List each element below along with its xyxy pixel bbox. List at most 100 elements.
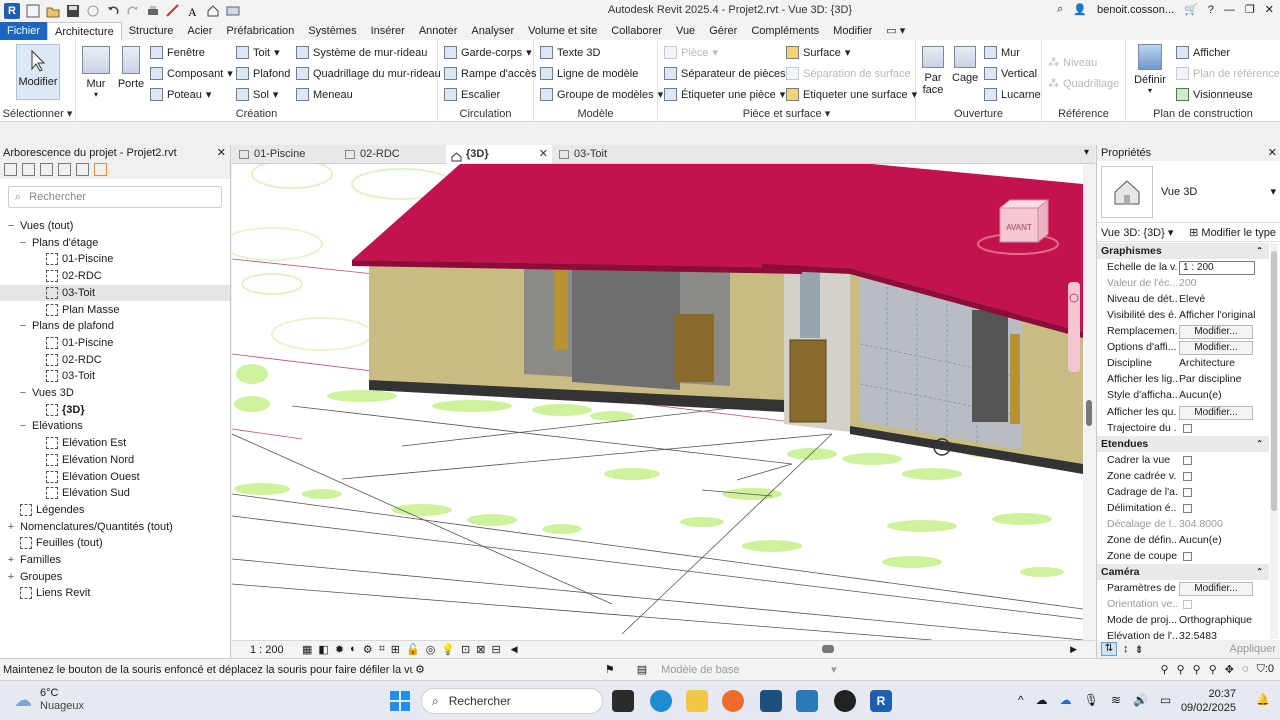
tab-annoter[interactable]: Annoter	[412, 22, 465, 40]
project-browser-search[interactable]: ⌕ Rechercher	[8, 186, 222, 208]
filter-icon[interactable]: ⛉:0	[1257, 663, 1274, 676]
tree-item[interactable]: − Vues 3D	[0, 385, 230, 401]
tag-area-button[interactable]: Etiqueter une surface ▾	[786, 88, 917, 101]
family-icon[interactable]	[76, 163, 89, 176]
edit-type-button[interactable]: ⊞ Modifier le type	[1189, 226, 1276, 239]
scroll-right-icon[interactable]: ▶	[1070, 644, 1077, 655]
show-work-plane-button[interactable]: Afficher	[1176, 46, 1230, 59]
tab-fichier[interactable]: Fichier	[0, 22, 48, 40]
tab-vue[interactable]: Vue	[669, 22, 702, 40]
checkbox[interactable]	[1183, 487, 1192, 497]
modify-button[interactable]: Modifier	[16, 44, 60, 100]
tree-item[interactable]: Plan Masse	[0, 302, 230, 318]
roof-button[interactable]: Toit ▾	[236, 46, 280, 59]
file-explorer-icon[interactable]	[686, 690, 708, 712]
railing-button[interactable]: Garde-corps ▾	[444, 46, 532, 59]
collapse-icon[interactable]: −	[18, 418, 28, 434]
edit-button[interactable]: Modifier...	[1179, 405, 1253, 420]
3d-app-icon[interactable]	[796, 690, 818, 712]
tab-collaborer[interactable]: Collaborer	[604, 22, 669, 40]
close-tab-icon[interactable]: ✕	[539, 145, 548, 164]
view-vertical-scrollbar[interactable]	[1083, 164, 1095, 640]
temp-hide-icon[interactable]: ◎	[426, 643, 436, 656]
tree-item[interactable]: {3D}	[0, 402, 230, 418]
property-value[interactable]: Elevé	[1179, 293, 1205, 305]
microphone-icon[interactable]: 🎙	[1084, 693, 1099, 707]
tree-item[interactable]: Elévation Sud	[0, 485, 230, 501]
property-value[interactable]: Aucun(e)	[1179, 534, 1222, 546]
collapse-icon[interactable]: −	[18, 235, 28, 251]
model-line-button[interactable]: Ligne de modèle	[540, 67, 638, 80]
notifications-icon[interactable]: 🔔	[1256, 693, 1270, 706]
area-button[interactable]: Surface ▾	[786, 46, 850, 59]
scroll-thumb[interactable]	[1086, 400, 1092, 426]
component-button[interactable]: Composant ▾	[150, 67, 233, 80]
tree-item[interactable]: Elévation Est	[0, 435, 230, 451]
tree-item[interactable]: 01-Piscine	[0, 335, 230, 351]
home-icon[interactable]	[26, 4, 40, 18]
view-scale-input[interactable]: 1 : 200	[1179, 261, 1255, 276]
property-value[interactable]: Par discipline	[1179, 373, 1241, 385]
window-button[interactable]: Fenêtre	[150, 46, 205, 59]
curtain-grid-button[interactable]: Quadrillage du mur-rideau	[296, 67, 441, 80]
tab-modifier[interactable]: Modifier	[826, 22, 879, 40]
tree-item[interactable]: 03-Toit	[0, 368, 230, 384]
checkbox[interactable]	[1183, 471, 1192, 481]
select-links-icon[interactable]: ⚲	[1161, 663, 1169, 676]
tree-item[interactable]: Feuilles (tout)	[0, 535, 230, 551]
schedule-icon[interactable]	[40, 163, 53, 176]
view-icon[interactable]	[22, 163, 35, 176]
tree-item[interactable]: + Nomenclatures/Quantités (tout)	[0, 519, 230, 535]
print-icon[interactable]	[146, 4, 160, 18]
measure-icon[interactable]	[166, 4, 180, 18]
property-value[interactable]: Orthographique	[1179, 614, 1252, 626]
tab-analyser[interactable]: Analyser	[464, 22, 521, 40]
checkbox[interactable]	[1183, 600, 1192, 610]
dormer-button[interactable]: Lucarne	[984, 88, 1041, 101]
tab-volume-site[interactable]: Volume et site	[521, 22, 604, 40]
properties-scrollbar[interactable]	[1270, 243, 1278, 639]
text-icon[interactable]: A	[186, 4, 200, 19]
horizontal-scroll-thumb[interactable]	[822, 645, 834, 653]
crop-view-icon[interactable]: ⌗	[379, 643, 385, 656]
tab-menu-icon[interactable]: ▾	[1084, 147, 1089, 158]
property-section[interactable]: Graphismes ⌃	[1097, 243, 1269, 259]
contextual-tab-toggle[interactable]: ▭ ▾	[879, 22, 912, 40]
cart-icon[interactable]: 🛒	[1184, 3, 1198, 16]
model-text-button[interactable]: Texte 3D	[540, 46, 600, 59]
taskbar-clock[interactable]: 20:37 09/02/2025	[1181, 687, 1236, 715]
chevron-up-icon[interactable]: ^	[1018, 693, 1024, 707]
help-icon[interactable]: ?	[1208, 4, 1214, 16]
collapse-section-icon[interactable]: ⌃	[1256, 436, 1263, 452]
select-underlay-icon[interactable]: ⚲	[1177, 663, 1185, 676]
expand-icon[interactable]: +	[6, 552, 16, 568]
room-separator-button[interactable]: Séparateur de pièces	[664, 67, 786, 80]
tab-03-toit[interactable]: 03-Toit	[554, 145, 658, 164]
tree-item[interactable]: − Elévations	[0, 418, 230, 434]
revit-logo-icon[interactable]: R	[4, 3, 20, 19]
redo-icon[interactable]	[126, 4, 140, 18]
firefox-icon[interactable]	[722, 690, 744, 712]
tree-item[interactable]: 02-RDC	[0, 268, 230, 284]
panel-select-label[interactable]: Sélectionner ▾	[0, 107, 75, 120]
render-icon[interactable]: ⚙	[363, 643, 373, 656]
by-face-button[interactable]: Par face	[920, 46, 946, 96]
task-view-icon[interactable]	[612, 690, 634, 712]
tree-item[interactable]: − Vues (tout)	[0, 218, 230, 234]
edit-button[interactable]: Modifier...	[1179, 341, 1253, 356]
onedrive-icon[interactable]: ☁	[1060, 693, 1072, 707]
restore-icon[interactable]: ❐	[1245, 3, 1255, 16]
wall-opening-button[interactable]: Mur	[984, 46, 1020, 59]
collapse-section-icon[interactable]: ⌃	[1256, 243, 1263, 259]
design-options-icon[interactable]: ▤	[637, 663, 647, 676]
tab-acier[interactable]: Acier	[180, 22, 219, 40]
door-button[interactable]: Porte	[116, 46, 146, 90]
curtain-system-button[interactable]: Système de mur-rideau	[296, 46, 427, 59]
checkbox[interactable]	[1183, 423, 1192, 433]
area-boundary-button[interactable]: Séparation de surface	[786, 67, 911, 80]
analysis-icon[interactable]: ⊠	[476, 643, 485, 656]
collapse-icon[interactable]: −	[18, 318, 28, 334]
reveal-hidden-icon[interactable]: 💡	[441, 643, 455, 656]
home-icon[interactable]	[4, 163, 17, 176]
sun-path-icon[interactable]: ✹	[335, 643, 344, 656]
